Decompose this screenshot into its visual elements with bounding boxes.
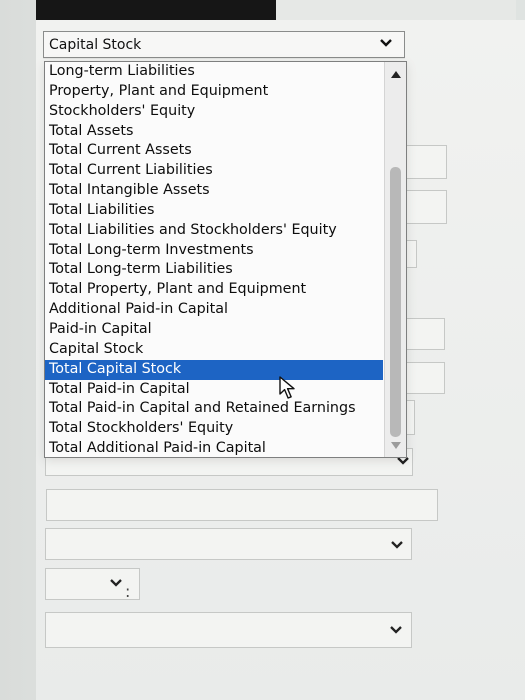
dropdown-option[interactable]: Total Current Assets	[45, 141, 383, 161]
dropdown-option[interactable]: Total Assets	[45, 122, 383, 142]
dropdown-option[interactable]: Total Additional Paid-in Capital	[45, 439, 383, 457]
scroll-thumb[interactable]	[390, 167, 401, 437]
selected-account-label: Capital Stock	[49, 36, 142, 53]
chevron-down-icon[interactable]	[389, 537, 405, 553]
dropdown-option[interactable]: Total Stockholders' Equity	[45, 419, 383, 439]
amount-input-2[interactable]	[405, 190, 447, 224]
dropdown-option[interactable]: Long-term Liabilities	[45, 62, 383, 82]
colon-label: :	[125, 582, 131, 601]
chevron-down-icon[interactable]	[108, 575, 124, 591]
dropdown-option[interactable]: Total Long-term Liabilities	[45, 260, 383, 280]
dropdown-options: Long-term Liabilities Property, Plant and…	[45, 62, 383, 457]
top-black-bar	[36, 0, 276, 20]
dropdown-option[interactable]: Total Capital Stock	[45, 359, 383, 380]
triangle-up-icon[interactable]	[391, 70, 401, 78]
dropdown-option[interactable]: Total Paid-in Capital	[45, 380, 383, 400]
chevron-down-icon[interactable]	[378, 35, 394, 51]
dropdown-option[interactable]: Total Paid-in Capital and Retained Earni…	[45, 399, 383, 419]
dropdown-option[interactable]: Paid-in Capital	[45, 320, 383, 340]
dropdown-option[interactable]: Property, Plant and Equipment	[45, 82, 383, 102]
dropdown-scrollbar[interactable]	[384, 62, 406, 457]
amount-input-1[interactable]	[405, 145, 447, 179]
dropdown-option[interactable]: Additional Paid-in Capital	[45, 300, 383, 320]
account-select[interactable]: Capital Stock	[43, 31, 405, 58]
chevron-down-icon[interactable]	[388, 622, 404, 638]
amount-input-3[interactable]	[405, 318, 445, 350]
amount-input-4[interactable]	[405, 362, 445, 394]
top-light-panel	[276, 0, 516, 20]
account-dropdown-list[interactable]: Long-term Liabilities Property, Plant and…	[44, 61, 407, 458]
dropdown-option[interactable]: Total Liabilities	[45, 201, 383, 221]
dropdown-option[interactable]: Stockholders' Equity	[45, 102, 383, 122]
triangle-down-icon[interactable]	[391, 442, 401, 450]
account-select-row-7[interactable]	[45, 528, 412, 560]
account-select-row-8[interactable]	[45, 612, 412, 648]
dropdown-option[interactable]: Capital Stock	[45, 340, 383, 360]
dropdown-option[interactable]: Total Intangible Assets	[45, 181, 383, 201]
dropdown-option[interactable]: Total Liabilities and Stockholders' Equi…	[45, 221, 383, 241]
dropdown-option[interactable]: Total Long-term Investments	[45, 241, 383, 261]
dropdown-option[interactable]: Total Current Liabilities	[45, 161, 383, 181]
amount-input-6[interactable]	[46, 489, 438, 521]
dropdown-option[interactable]: Total Property, Plant and Equipment	[45, 280, 383, 300]
